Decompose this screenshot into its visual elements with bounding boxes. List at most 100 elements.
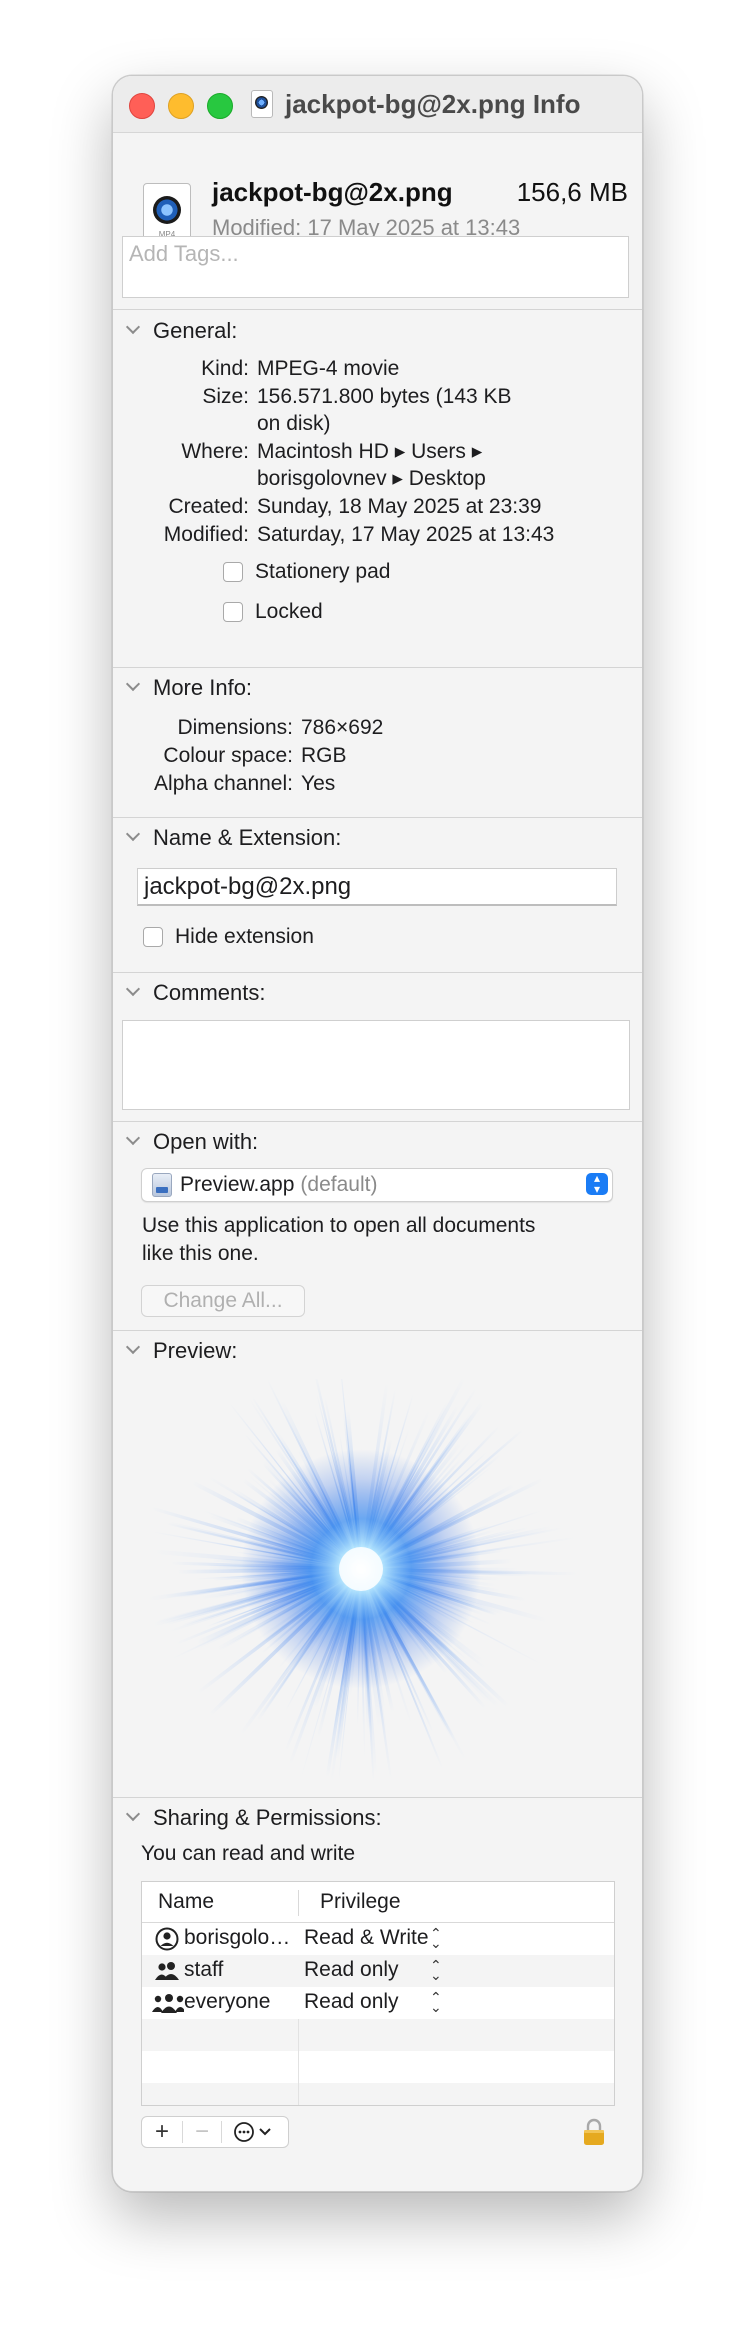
comments-section: Comments: xyxy=(113,972,642,1121)
hide-extension-label: Hide extension xyxy=(175,925,314,948)
general-header[interactable]: General: xyxy=(127,317,237,345)
more-info-header[interactable]: More Info: xyxy=(127,674,252,702)
where-value: Macintosh HD ▸ Users ▸ xyxy=(257,440,483,463)
user-privilege[interactable]: Read & Write xyxy=(304,1926,429,1950)
column-privilege[interactable]: Privilege xyxy=(320,1890,401,1914)
alpha-channel-label: Alpha channel: xyxy=(154,772,293,795)
created-value: Sunday, 18 May 2025 at 23:39 xyxy=(257,495,542,518)
open-with-popup[interactable]: Preview.app (default) ▴ ▾ xyxy=(141,1168,613,1202)
preview-header[interactable]: Preview: xyxy=(127,1337,237,1365)
table-row[interactable]: borisgolovnev... Read & Write ⌃⌄ xyxy=(142,1923,614,1955)
change-all-button[interactable]: Change All... xyxy=(141,1285,305,1317)
file-thumbnail-icon: MP4 xyxy=(143,183,191,243)
general-title: General: xyxy=(153,318,238,343)
alpha-channel-value: Yes xyxy=(301,772,336,795)
sharing-header[interactable]: Sharing & Permissions: xyxy=(127,1804,382,1832)
where-label: Where: xyxy=(181,440,249,463)
chevron-updown-icon[interactable]: ⌃ ⌄ xyxy=(430,1990,442,2014)
table-row-empty xyxy=(142,2051,614,2083)
open-with-title: Open with: xyxy=(153,1129,259,1154)
checkbox-icon[interactable] xyxy=(223,602,243,622)
action-menu-button[interactable] xyxy=(222,2117,288,2147)
open-with-description-2: like this one. xyxy=(142,1242,259,1265)
table-row[interactable]: staff Read only ⌃ ⌄ xyxy=(142,1955,614,1987)
file-size: 156,6 MB xyxy=(516,177,628,207)
open-with-description-1: Use this application to open all documen… xyxy=(142,1214,536,1237)
add-user-button[interactable]: + xyxy=(142,2117,182,2147)
minimize-button[interactable] xyxy=(168,93,194,119)
comments-title: Comments: xyxy=(153,980,266,1005)
lock-icon[interactable] xyxy=(583,2118,605,2146)
title-bar[interactable]: jackpot-bg@2x.png Info xyxy=(113,76,642,133)
checkbox-icon[interactable] xyxy=(223,562,243,582)
zoom-button[interactable] xyxy=(207,93,233,119)
stationery-pad-checkbox[interactable]: Stationery pad xyxy=(223,560,390,584)
where-value-cont: borisgolovnev ▸ Desktop xyxy=(257,467,486,490)
column-name[interactable]: Name xyxy=(158,1890,214,1914)
size-value: 156.571.800 bytes (143 KB xyxy=(257,385,512,408)
name-extension-header[interactable]: Name & Extension: xyxy=(127,824,341,852)
checkbox-icon[interactable] xyxy=(143,927,163,947)
chevron-down-icon xyxy=(127,1342,139,1354)
comments-textarea[interactable] xyxy=(122,1020,630,1110)
kind-label: Kind: xyxy=(201,357,249,380)
chevron-down-icon xyxy=(127,984,139,996)
stationery-pad-label: Stationery pad xyxy=(255,560,391,583)
table-row-empty xyxy=(142,2019,614,2051)
permissions-table-header: Name Privilege xyxy=(142,1882,614,1923)
sharing-status: You can read and write xyxy=(141,1842,356,1865)
table-row[interactable]: everyone Read only ⌃ ⌄ xyxy=(142,1987,614,2019)
table-row-empty xyxy=(142,2083,614,2105)
chevron-updown-icon: ▴ ▾ xyxy=(586,1172,608,1195)
size-value-cont: on disk) xyxy=(257,412,331,435)
preview-app-icon xyxy=(152,1173,172,1197)
group-icon xyxy=(155,1962,179,1980)
more-info-title: More Info: xyxy=(153,675,253,700)
preview-title: Preview: xyxy=(153,1338,238,1363)
remove-user-button[interactable]: − xyxy=(183,2117,221,2147)
created-label: Created: xyxy=(168,495,249,518)
sharing-title: Sharing & Permissions: xyxy=(153,1805,382,1830)
comments-header[interactable]: Comments: xyxy=(127,979,265,1007)
preview-image xyxy=(145,1379,579,1783)
locked-checkbox[interactable]: Locked xyxy=(223,600,323,624)
hide-extension-checkbox[interactable]: Hide extension xyxy=(143,925,314,949)
file-name: jackpot-bg@2x.png xyxy=(212,177,453,207)
app-default-label: (default) xyxy=(300,1173,378,1196)
chevron-down-icon xyxy=(127,829,139,841)
everyone-icon xyxy=(152,1994,184,2013)
app-name: Preview.app xyxy=(180,1173,295,1196)
name-extension-title: Name & Extension: xyxy=(153,825,342,850)
single-user-icon xyxy=(155,1927,179,1951)
file-name-input[interactable]: jackpot-bg@2x.png xyxy=(137,868,617,906)
preview-section: Preview: xyxy=(113,1330,642,1797)
more-info-list: Dimensions: 786×692 Colour space: RGB Al… xyxy=(113,714,642,804)
group-name: staff xyxy=(184,1958,224,1981)
window-title: jackpot-bg@2x.png Info xyxy=(251,86,580,122)
modified-label: Modified: xyxy=(163,523,249,546)
close-button[interactable] xyxy=(129,93,155,119)
open-with-section: Open with: Preview.app (default) ▴ ▾ Use … xyxy=(113,1121,642,1322)
chevron-down-icon xyxy=(127,322,139,334)
permissions-toolbar: + − xyxy=(141,2116,289,2148)
size-label: Size: xyxy=(202,385,249,408)
open-with-header[interactable]: Open with: xyxy=(127,1128,258,1156)
tags-input[interactable]: Add Tags... xyxy=(122,236,629,298)
user-name: borisgolovnev... xyxy=(184,1926,294,1949)
permissions-table: Name Privilege borisgolovnev... Read & W… xyxy=(141,1881,615,2106)
movie-file-icon xyxy=(251,90,273,118)
everyone-privilege[interactable]: Read only xyxy=(304,1990,399,2014)
dimensions-value: 786×692 xyxy=(301,716,384,739)
sharing-section: Sharing & Permissions: You can read and … xyxy=(113,1797,642,2191)
everyone-name: everyone xyxy=(184,1990,271,2013)
window-title-text: jackpot-bg@2x.png Info xyxy=(285,88,581,119)
general-section: General: Kind: MPEG-4 movie Size: 156.57… xyxy=(113,309,642,667)
chevron-updown-icon[interactable]: ⌃ ⌄ xyxy=(430,1926,442,1950)
group-privilege[interactable]: Read only xyxy=(304,1958,399,1982)
dimensions-label: Dimensions: xyxy=(177,716,293,739)
ellipsis-circle-icon xyxy=(234,2122,271,2142)
kind-value: MPEG-4 movie xyxy=(257,357,400,380)
chevron-updown-icon[interactable]: ⌃ ⌄ xyxy=(430,1958,442,1982)
info-window: jackpot-bg@2x.png Info MP4 jackpot-bg@2x… xyxy=(112,75,643,2192)
colour-space-value: RGB xyxy=(301,744,347,767)
